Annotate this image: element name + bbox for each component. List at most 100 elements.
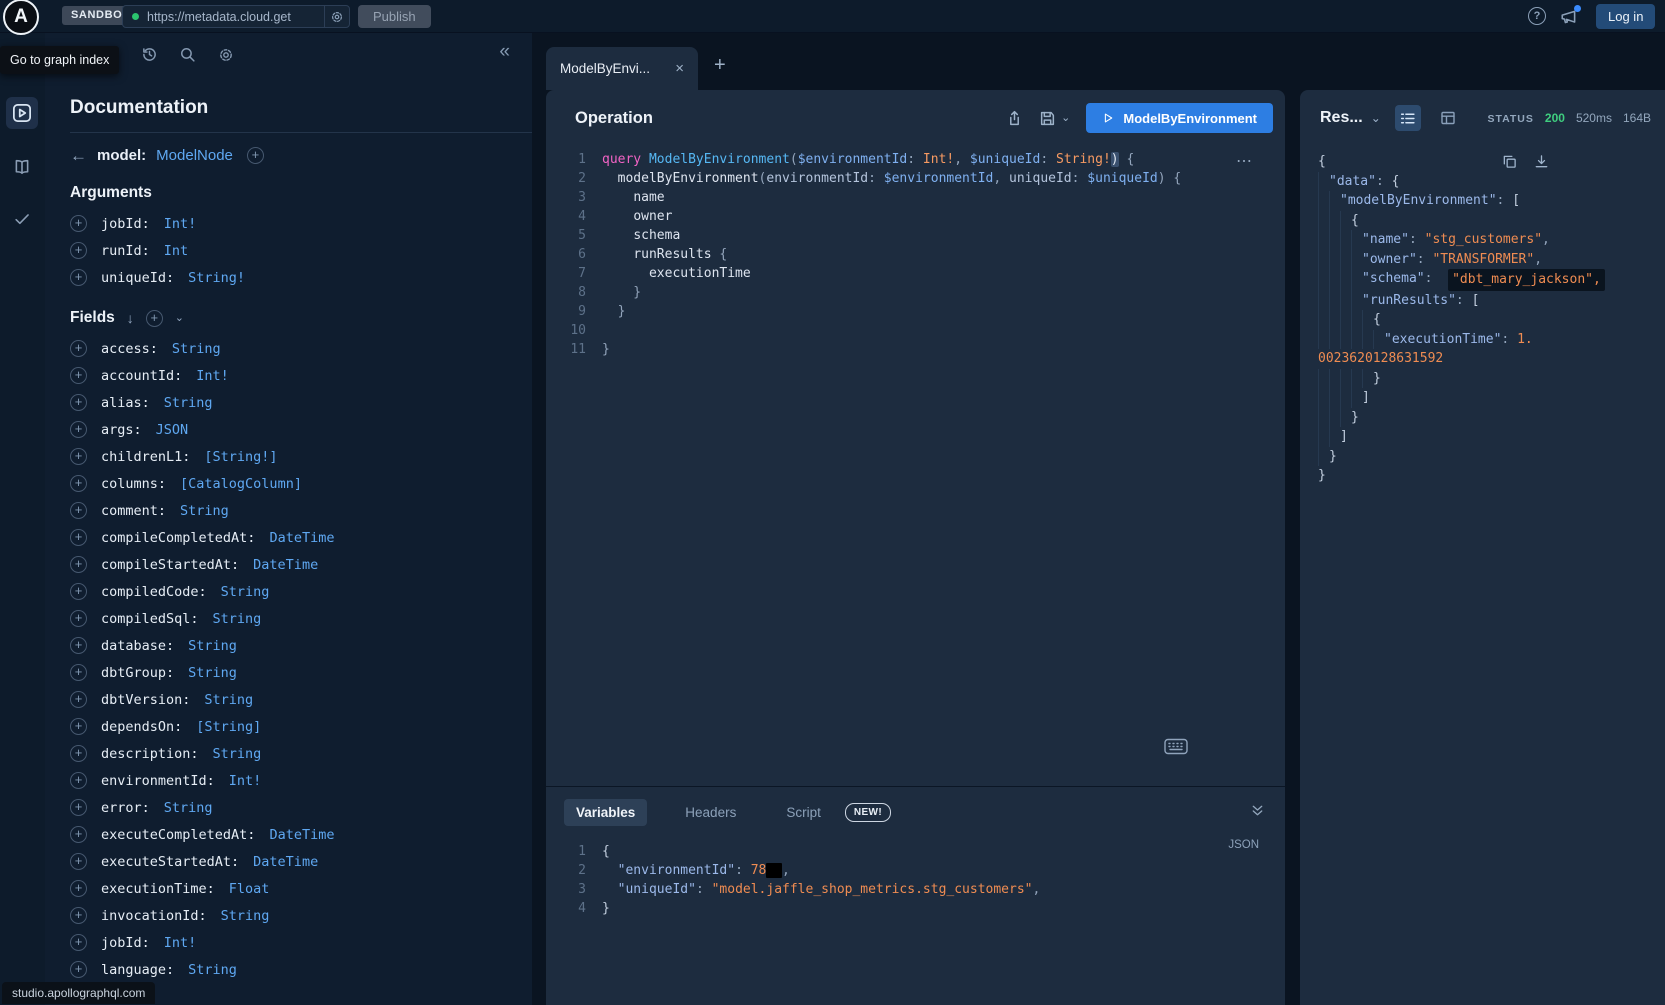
doc-field-row[interactable]: +compileStartedAt: DateTime [70,551,532,578]
checklist-icon[interactable] [6,203,38,235]
doc-field-row[interactable]: +runId: Int [70,237,532,264]
field-type-link[interactable]: DateTime [269,827,334,843]
add-to-query-icon[interactable]: + [70,475,87,492]
doc-field-row[interactable]: +uniqueId: String! [70,264,532,291]
variables-tab-variables[interactable]: Variables [564,799,647,826]
operation-options-icon[interactable]: ⋯ [1236,154,1253,170]
operation-editor[interactable]: ⋯ 1query ModelByEnvironment($environment… [546,148,1285,359]
response-selector-chevron-icon[interactable]: ⌄ [1371,112,1381,124]
save-chevron-icon[interactable]: ⌄ [1061,113,1070,124]
add-to-query-icon[interactable]: + [70,556,87,573]
field-type-link[interactable]: String [204,692,253,708]
endpoint-url-bar[interactable]: https://metadata.cloud.get [122,5,350,28]
doc-field-row[interactable]: +compiledCode: String [70,578,532,605]
doc-field-row[interactable]: +invocationId: String [70,902,532,929]
history-icon[interactable] [141,46,158,63]
code-line[interactable]: 2 "environmentId": 7888, [546,861,1285,880]
field-type-link[interactable]: String [164,800,213,816]
save-icon[interactable] [1039,110,1056,127]
code-line[interactable]: 10 [546,321,1285,340]
doc-field-row[interactable]: +comment: String [70,497,532,524]
collapse-panel-icon[interactable]: « [499,42,510,61]
settings-gear-icon[interactable] [218,47,234,63]
apollo-logo[interactable]: A [3,0,39,35]
add-to-query-icon[interactable]: + [70,772,87,789]
field-type-link[interactable]: String [221,584,270,600]
code-line[interactable]: 1query ModelByEnvironment($environmentId… [546,150,1285,169]
doc-field-row[interactable]: +executeCompletedAt: DateTime [70,821,532,848]
code-line[interactable]: 8 } [546,283,1285,302]
field-type-link[interactable]: [String!] [204,449,277,465]
add-to-query-icon[interactable]: + [70,367,87,384]
response-format-table-button[interactable] [1435,105,1461,131]
add-to-query-icon[interactable]: + [70,610,87,627]
add-to-query-icon[interactable]: + [70,718,87,735]
field-type-link[interactable]: String! [188,270,245,286]
add-to-query-icon[interactable]: + [70,691,87,708]
add-to-query-icon[interactable]: + [70,340,87,357]
code-line[interactable]: 1{ [546,842,1285,861]
code-line[interactable]: 11} [546,340,1285,359]
collapse-variables-icon[interactable] [1250,803,1265,818]
field-type-link[interactable]: Float [229,881,270,897]
add-to-query-icon[interactable]: + [70,907,87,924]
doc-field-row[interactable]: +error: String [70,794,532,821]
doc-field-row[interactable]: +executeStartedAt: DateTime [70,848,532,875]
doc-field-row[interactable]: +dependsOn: [String] [70,713,532,740]
add-type-icon[interactable]: + [247,147,264,164]
field-type-link[interactable]: String [221,908,270,924]
code-line[interactable]: 6 runResults { [546,245,1285,264]
add-to-query-icon[interactable]: + [70,502,87,519]
field-type-link[interactable]: Int! [164,935,197,951]
field-type-link[interactable]: Int! [229,773,262,789]
field-type-link[interactable]: String [213,746,262,762]
add-to-query-icon[interactable]: + [70,242,87,259]
endpoint-url-text[interactable]: https://metadata.cloud.get [147,10,324,24]
download-response-icon[interactable] [1534,154,1549,169]
variables-editor[interactable]: 1{2 "environmentId": 7888,3 "uniqueId": … [546,842,1285,918]
new-tab-icon[interactable]: + [714,55,726,75]
field-type-link[interactable]: String [213,611,262,627]
add-to-query-icon[interactable]: + [70,826,87,843]
add-to-query-icon[interactable]: + [70,799,87,816]
doc-field-row[interactable]: +columns: [CatalogColumn] [70,470,532,497]
add-to-query-icon[interactable]: + [70,583,87,600]
add-to-query-icon[interactable]: + [70,853,87,870]
code-line[interactable]: 5 schema [546,226,1285,245]
copy-response-icon[interactable] [1502,154,1517,169]
add-fields-chevron-icon[interactable]: ⌄ [175,313,184,324]
tab-close-icon[interactable]: × [675,61,684,76]
field-type-link[interactable]: String [172,341,221,357]
field-type-link[interactable]: Int! [164,216,197,232]
tab-modelbyenvironment[interactable]: ModelByEnvi... × [546,47,698,90]
breadcrumb-type-link[interactable]: ModelNode [156,147,233,164]
doc-field-row[interactable]: +alias: String [70,389,532,416]
add-to-query-icon[interactable]: + [70,880,87,897]
field-type-link[interactable]: String [180,503,229,519]
response-format-tree-button[interactable] [1395,105,1421,131]
field-type-link[interactable]: String [188,665,237,681]
doc-field-row[interactable]: +jobId: Int! [70,210,532,237]
code-line[interactable]: 2 modelByEnvironment(environmentId: $env… [546,169,1285,188]
share-icon[interactable] [1006,110,1023,127]
back-arrow-icon[interactable]: ← [70,147,87,164]
doc-field-row[interactable]: +database: String [70,632,532,659]
doc-field-row[interactable]: +compileCompletedAt: DateTime [70,524,532,551]
doc-field-row[interactable]: +accountId: Int! [70,362,532,389]
add-to-query-icon[interactable]: + [70,448,87,465]
doc-field-row[interactable]: +dbtGroup: String [70,659,532,686]
add-to-query-icon[interactable]: + [70,637,87,654]
help-icon[interactable]: ? [1528,7,1546,25]
add-to-query-icon[interactable]: + [70,745,87,762]
run-operation-button[interactable]: ModelByEnvironment [1086,103,1273,133]
code-line[interactable]: 9 } [546,302,1285,321]
field-type-link[interactable]: Int! [196,368,229,384]
response-title[interactable]: Res... [1320,109,1363,127]
connection-settings-icon[interactable] [324,6,349,27]
doc-field-row[interactable]: +args: JSON [70,416,532,443]
field-type-link[interactable]: String [164,395,213,411]
code-line[interactable]: 3 name [546,188,1285,207]
variables-tab-headers[interactable]: Headers [673,799,748,826]
add-to-query-icon[interactable]: + [70,934,87,951]
field-type-link[interactable]: String [188,638,237,654]
